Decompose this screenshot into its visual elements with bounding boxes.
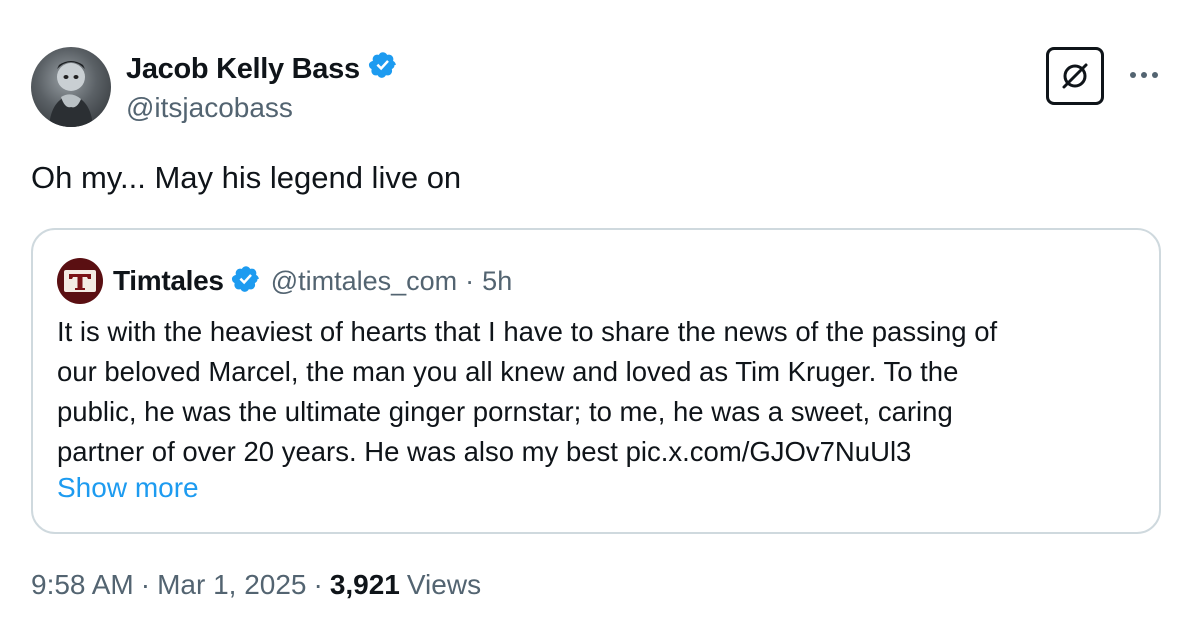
author-name[interactable]: Jacob Kelly Bass <box>126 50 398 88</box>
author-handle[interactable]: @itsjacobass <box>126 92 293 124</box>
verified-badge-icon <box>231 264 261 299</box>
quoted-tweet-line: public, he was the ultimate ginger porns… <box>57 396 953 427</box>
quoted-tweet-line: It is with the heaviest of hearts that I… <box>57 316 998 347</box>
separator-dot: · <box>465 265 475 296</box>
author-name-text[interactable]: Jacob Kelly Bass <box>126 53 360 86</box>
tweet-time[interactable]: 9:58 AM <box>31 569 134 601</box>
author-avatar[interactable] <box>31 47 111 127</box>
quoted-tweet-line: our beloved Marcel, the man you all knew… <box>57 356 959 387</box>
more-options-button[interactable] <box>1122 60 1166 90</box>
verified-badge-icon <box>368 50 398 88</box>
grok-slash-circle-icon <box>1062 63 1088 89</box>
separator-dot: · <box>313 569 323 600</box>
quoted-tweet-line: partner of over 20 years. He was also my… <box>57 436 912 467</box>
avatar-photo-icon <box>49 61 93 127</box>
quoted-author-name[interactable]: Timtales <box>113 265 224 297</box>
quoted-tweet-text: It is with the heaviest of hearts that I… <box>57 312 1137 472</box>
quoted-author-avatar[interactable] <box>57 258 103 304</box>
views-count: 3,921 <box>329 569 400 600</box>
quoted-tweet-header: Timtales @timtales_com · 5h <box>57 258 512 304</box>
quoted-author-handle[interactable]: @timtales_com <box>271 266 457 297</box>
separator-dot: · <box>140 569 151 600</box>
timtales-logo-icon <box>64 270 96 292</box>
quoted-tweet-card[interactable]: Timtales @timtales_com · 5h It is with t… <box>31 228 1161 534</box>
more-horizontal-icon <box>1130 72 1158 78</box>
tweet-date[interactable]: Mar 1, 2025 <box>157 569 306 601</box>
grok-button[interactable] <box>1046 47 1104 105</box>
quoted-tweet-time[interactable]: 5h <box>482 266 512 297</box>
tweet-meta: 9:58 AM · Mar 1, 2025 · 3,921 Views <box>31 569 481 601</box>
tweet-text: Oh my... May his legend live on <box>31 160 462 195</box>
show-more-link[interactable]: Show more <box>57 472 199 504</box>
views-label: Views <box>406 569 482 600</box>
